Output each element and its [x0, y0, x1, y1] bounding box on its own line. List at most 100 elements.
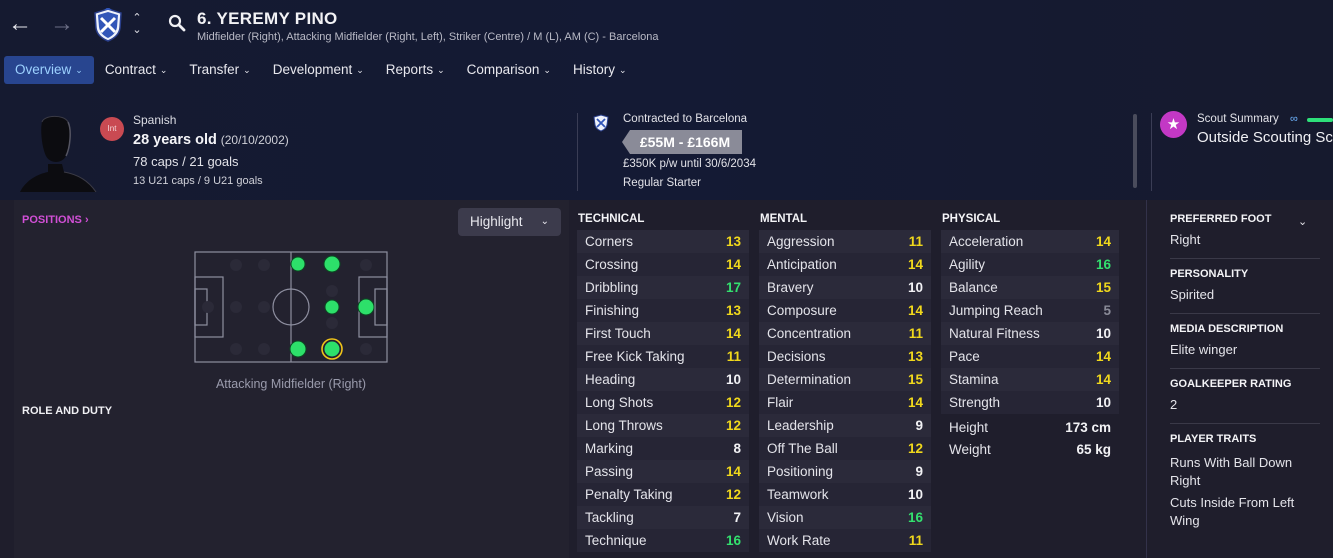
chevron-down-icon: ⌄ — [243, 65, 251, 75]
attribute-row[interactable]: Off The Ball 12 — [759, 437, 931, 460]
media-description-value: Elite winger — [1170, 342, 1238, 357]
attribute-value: 11 — [908, 533, 923, 548]
player-trait[interactable]: Cuts Inside From Left Wing — [1170, 494, 1320, 530]
attribute-row[interactable]: Long Shots 12 — [577, 391, 749, 414]
attribute-value: 13 — [725, 234, 741, 249]
attribute-value: 15 — [1095, 280, 1111, 295]
attribute-row[interactable]: Work Rate 11 — [759, 529, 931, 552]
attribute-row[interactable]: Positioning 9 — [759, 460, 931, 483]
attribute-name: Teamwork — [767, 487, 829, 502]
attribute-row[interactable]: Heading 10 — [577, 368, 749, 391]
attribute-value: 16 — [1095, 257, 1111, 272]
chevron-down-icon[interactable]: ⌄ — [1298, 215, 1307, 228]
player-positions-line: Midfielder (Right), Attacking Midfielder… — [197, 31, 659, 43]
attribute-row[interactable]: Corners 13 — [577, 230, 749, 253]
attribute-value: 16 — [725, 533, 741, 548]
attribute-row[interactable]: Marking 8 — [577, 437, 749, 460]
attribute-name: Dribbling — [585, 280, 639, 295]
club-crest-icon[interactable] — [93, 8, 123, 42]
attribute-row[interactable]: Leadership 9 — [759, 414, 931, 437]
attribute-row[interactable]: Free Kick Taking 11 — [577, 345, 749, 368]
technical-title: TECHNICAL — [578, 213, 645, 225]
attribute-name: Flair — [767, 395, 794, 410]
scrollbar[interactable] — [1133, 114, 1137, 188]
attribute-name: Technique — [585, 533, 647, 548]
attribute-row[interactable]: Bravery 10 — [759, 276, 931, 299]
forward-button[interactable]: → — [50, 12, 74, 36]
attribute-row[interactable]: Passing 14 — [577, 460, 749, 483]
attribute-name: Concentration — [767, 326, 852, 341]
tab-label: Reports — [385, 62, 434, 77]
attribute-name: Penalty Taking — [585, 487, 673, 502]
mental-title: MENTAL — [760, 213, 808, 225]
highlight-dropdown[interactable]: Highlight ⌄ — [458, 208, 561, 236]
attribute-row[interactable]: Technique 16 — [577, 529, 749, 552]
contract-wage: £350K p/w until 30/6/2034 — [623, 158, 756, 170]
attribute-value: 13 — [725, 303, 741, 318]
player-traits-title: PLAYER TRAITS — [1170, 433, 1257, 445]
attribute-row[interactable]: Pace 14 — [941, 345, 1119, 368]
tab-label: Transfer — [189, 62, 240, 77]
chevron-down-icon: ⌄ — [159, 65, 168, 75]
position-pitch — [194, 251, 388, 363]
attribute-row[interactable]: Composure 14 — [759, 299, 931, 322]
attribute-row[interactable]: Finishing 13 — [577, 299, 749, 322]
chevron-down-icon[interactable]: ⌄ — [131, 24, 143, 36]
player-trait[interactable]: Runs With Ball Down Right — [1170, 454, 1320, 490]
tab-transfer[interactable]: Transfer ⌄ — [178, 56, 261, 84]
player-switcher[interactable]: ⌃ ⌄ — [131, 12, 143, 36]
attribute-row[interactable]: Flair 14 — [759, 391, 931, 414]
attribute-row[interactable]: Balance 15 — [941, 276, 1119, 299]
chevron-up-icon[interactable]: ⌃ — [131, 12, 143, 24]
physical-attributes: PHYSICAL Acceleration 14 Agility 16 Balance 1… — [941, 212, 1119, 414]
attribute-row[interactable]: Teamwork 10 — [759, 483, 931, 506]
attribute-row[interactable]: Tackling 7 — [577, 506, 749, 529]
tab-reports[interactable]: Reports ⌄ — [375, 56, 456, 84]
scout-summary-value[interactable]: Outside Scouting Sc — [1197, 129, 1333, 146]
attribute-row[interactable]: Decisions 13 — [759, 345, 931, 368]
attribute-row[interactable]: Stamina 14 — [941, 368, 1119, 391]
tab-label: Contract — [104, 62, 156, 77]
attribute-row[interactable]: Penalty Taking 12 — [577, 483, 749, 506]
attribute-row[interactable]: Long Throws 12 — [577, 414, 749, 437]
attribute-row[interactable]: Determination 15 — [759, 368, 931, 391]
attribute-row[interactable]: Anticipation 14 — [759, 253, 931, 276]
attribute-name: Long Shots — [585, 395, 654, 410]
attribute-name: Agility — [949, 257, 986, 272]
attribute-row[interactable]: First Touch 14 — [577, 322, 749, 345]
attribute-row[interactable]: Jumping Reach 5 — [941, 299, 1119, 322]
attribute-row[interactable]: Strength 10 — [941, 391, 1119, 414]
tab-comparison[interactable]: Comparison ⌄ — [456, 56, 562, 84]
attribute-name: Corners — [585, 234, 634, 249]
attribute-value: 11 — [908, 326, 923, 341]
attribute-row[interactable]: Dribbling 17 — [577, 276, 749, 299]
tab-overview[interactable]: Overview ⌄ — [4, 56, 94, 84]
attribute-row[interactable]: Concentration 11 — [759, 322, 931, 345]
chevron-down-icon: ⌄ — [437, 65, 445, 75]
attribute-row[interactable]: Agility 16 — [941, 253, 1119, 276]
attribute-row[interactable]: Aggression 11 — [759, 230, 931, 253]
international-badge[interactable]: Int — [100, 117, 124, 141]
positions-link[interactable]: POSITIONS › — [22, 214, 89, 226]
tab-history[interactable]: History ⌄ — [562, 56, 638, 84]
weight-row: Weight 65 kg — [941, 442, 1119, 457]
attribute-value: 15 — [907, 372, 923, 387]
divider — [577, 113, 578, 191]
attribute-row[interactable]: Acceleration 14 — [941, 230, 1119, 253]
attribute-name: Free Kick Taking — [585, 349, 685, 364]
player-avatar — [20, 115, 97, 192]
tab-development[interactable]: Development ⌄ — [262, 56, 375, 84]
attribute-value: 11 — [908, 234, 923, 249]
attribute-row[interactable]: Crossing 14 — [577, 253, 749, 276]
attribute-value: 13 — [907, 349, 923, 364]
tab-contract[interactable]: Contract ⌄ — [94, 56, 179, 84]
transfer-value-tag[interactable]: £55M - £166M — [622, 130, 742, 154]
attribute-value: 14 — [725, 464, 741, 479]
search-icon[interactable] — [168, 14, 186, 32]
attribute-row[interactable]: Natural Fitness 10 — [941, 322, 1119, 345]
tab-label: Development — [272, 62, 353, 77]
personality-title: PERSONALITY — [1170, 268, 1249, 280]
squad-status: Regular Starter — [623, 177, 701, 189]
attribute-row[interactable]: Vision 16 — [759, 506, 931, 529]
back-button[interactable]: ← — [8, 12, 32, 36]
